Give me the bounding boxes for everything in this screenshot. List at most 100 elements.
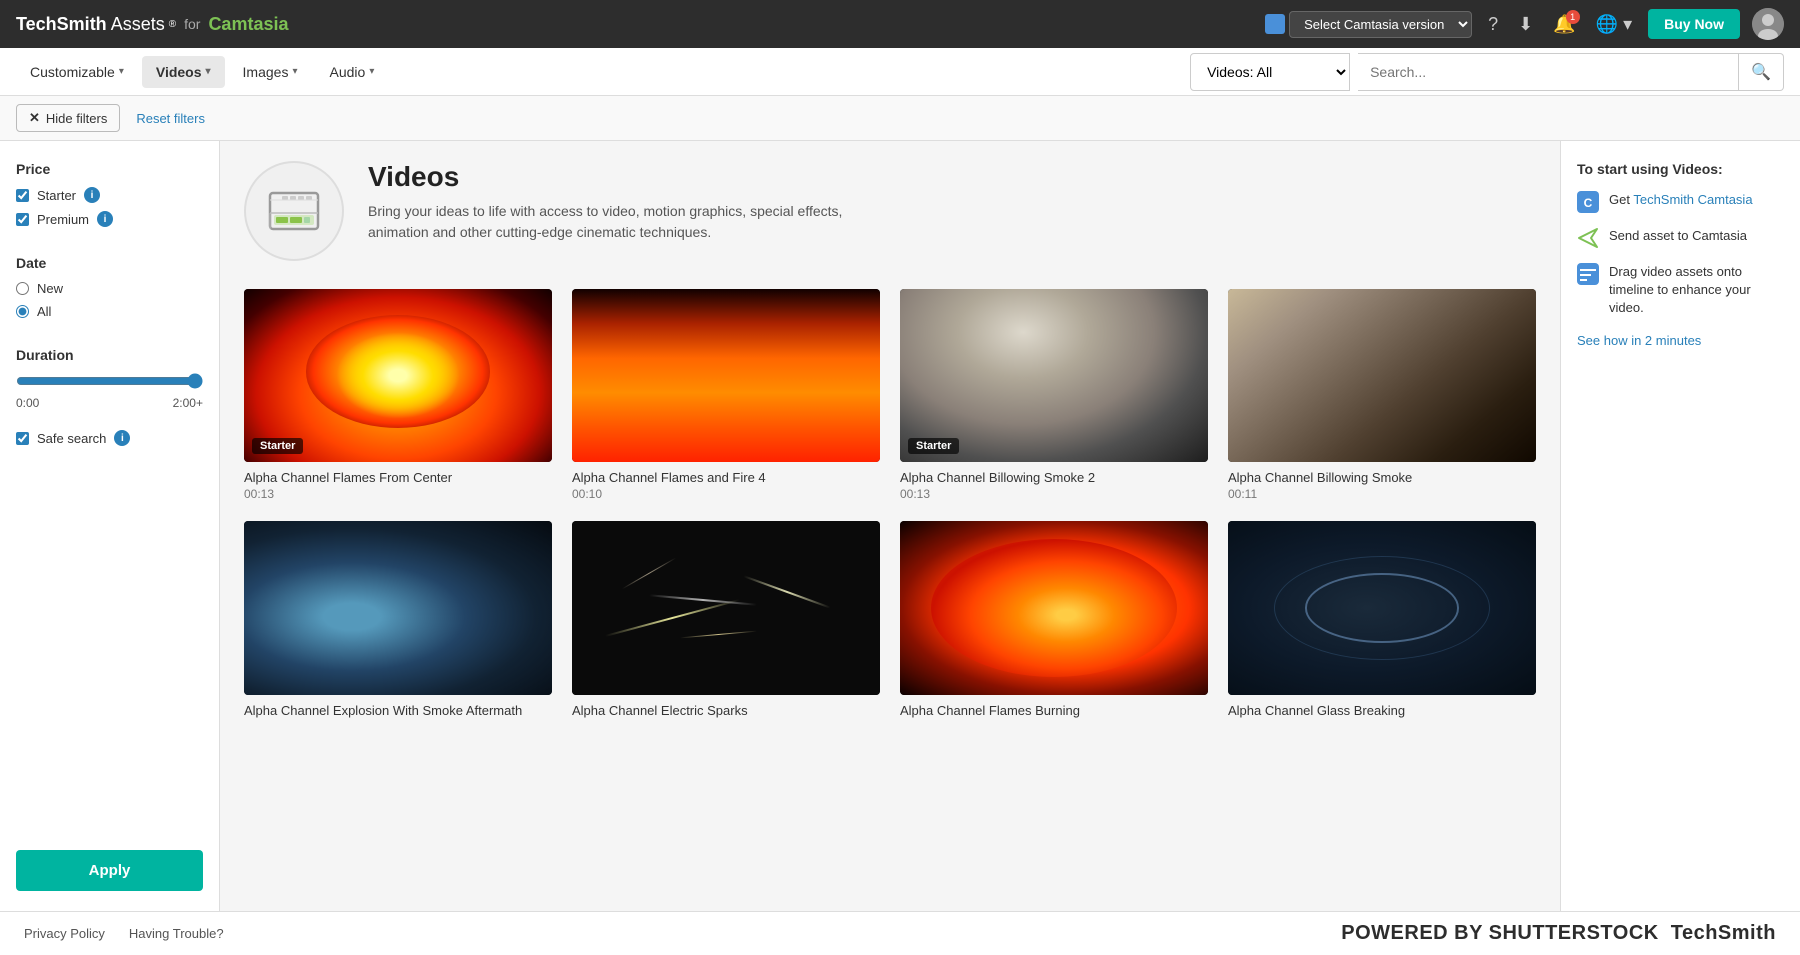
- footer-left: Privacy Policy Having Trouble?: [24, 926, 224, 941]
- video-card[interactable]: Alpha Channel Flames Burning: [900, 521, 1208, 719]
- video-thumbnail: [900, 521, 1208, 694]
- right-sidebar-title: To start using Videos:: [1577, 161, 1784, 177]
- see-how-link[interactable]: See how in 2 minutes: [1577, 333, 1701, 348]
- brand-logo: TechSmith Assets ® for Camtasia: [16, 14, 288, 35]
- footer-right: POWERED BY SHUTTERSTOCK TechSmith: [1341, 922, 1776, 945]
- globe-button[interactable]: 🌐 ▾: [1592, 10, 1636, 39]
- safe-search-section: Safe search i: [16, 430, 203, 454]
- safe-search-checkbox[interactable]: [16, 432, 29, 445]
- filter-bar: ✕ Hide filters Reset filters: [0, 96, 1800, 141]
- video-title: Alpha Channel Flames From Center: [244, 470, 552, 485]
- send-icon: [1577, 227, 1599, 249]
- video-card[interactable]: Starter Alpha Channel Flames From Center…: [244, 289, 552, 501]
- duration-range-wrap: 0:00 2:00+: [16, 373, 203, 410]
- brand-assets: Assets: [111, 14, 165, 35]
- chevron-down-icon: ▾: [119, 66, 124, 77]
- search-input[interactable]: [1358, 54, 1738, 90]
- price-filter-section: Price Starter i Premium i: [16, 161, 203, 235]
- starter-checkbox[interactable]: [16, 189, 29, 202]
- safe-search-info-icon[interactable]: i: [114, 430, 130, 446]
- duration-max-label: 2:00+: [173, 396, 203, 410]
- page-title: Videos: [368, 161, 848, 193]
- starter-info-icon[interactable]: i: [84, 187, 100, 203]
- new-radio[interactable]: [16, 282, 29, 295]
- hero-text: Videos Bring your ideas to life with acc…: [368, 161, 848, 243]
- privacy-policy-link[interactable]: Privacy Policy: [24, 926, 105, 941]
- footer: Privacy Policy Having Trouble? POWERED B…: [0, 911, 1800, 955]
- all-option[interactable]: All: [16, 304, 203, 319]
- video-duration: 00:13: [900, 487, 1208, 501]
- right-sidebar-send-asset: Send asset to Camtasia: [1577, 227, 1784, 249]
- premium-option[interactable]: Premium i: [16, 211, 203, 227]
- version-select[interactable]: Select Camtasia version: [1289, 11, 1472, 38]
- right-sidebar: To start using Videos: C Get TechSmith C…: [1560, 141, 1800, 911]
- duration-range-input[interactable]: [16, 373, 203, 389]
- help-button[interactable]: ?: [1484, 10, 1502, 39]
- buy-now-button[interactable]: Buy Now: [1648, 9, 1740, 39]
- nav-customizable[interactable]: Customizable ▾: [16, 56, 138, 88]
- content-area: Videos Bring your ideas to life with acc…: [220, 141, 1560, 911]
- duration-filter-section: Duration 0:00 2:00+: [16, 347, 203, 410]
- camtasia-app-icon: C: [1577, 191, 1599, 213]
- top-nav-right: Select Camtasia version ? ⬇ 🔔 1 🌐 ▾ Buy …: [1265, 8, 1784, 40]
- starter-option[interactable]: Starter i: [16, 187, 203, 203]
- apply-button[interactable]: Apply: [16, 850, 203, 891]
- new-option[interactable]: New: [16, 281, 203, 296]
- notification-badge: 1: [1566, 10, 1580, 24]
- video-title: Alpha Channel Billowing Smoke 2: [900, 470, 1208, 485]
- video-card[interactable]: Alpha Channel Flames and Fire 4 00:10: [572, 289, 880, 501]
- video-card[interactable]: Alpha Channel Explosion With Smoke After…: [244, 521, 552, 719]
- video-card[interactable]: Starter Alpha Channel Billowing Smoke 2 …: [900, 289, 1208, 501]
- techsmith-camtasia-link[interactable]: TechSmith Camtasia: [1633, 192, 1752, 207]
- nav-audio[interactable]: Audio ▾: [316, 56, 389, 88]
- left-sidebar: Price Starter i Premium i Date New All: [0, 141, 220, 911]
- video-title: Alpha Channel Flames and Fire 4: [572, 470, 880, 485]
- video-title: Alpha Channel Electric Sparks: [572, 703, 880, 718]
- video-thumbnail: [1228, 521, 1536, 694]
- duration-min-label: 0:00: [16, 396, 39, 410]
- search-button[interactable]: 🔍: [1738, 54, 1783, 90]
- video-card[interactable]: Alpha Channel Glass Breaking: [1228, 521, 1536, 719]
- brand-registered: ®: [169, 19, 176, 30]
- video-card[interactable]: Alpha Channel Billowing Smoke 00:11: [1228, 289, 1536, 501]
- secondary-navigation: Customizable ▾ Videos ▾ Images ▾ Audio ▾…: [0, 48, 1800, 96]
- video-duration: 00:11: [1228, 487, 1536, 501]
- video-title: Alpha Channel Billowing Smoke: [1228, 470, 1536, 485]
- hero-icon-circle: [244, 161, 344, 261]
- chevron-down-icon: ▾: [292, 66, 297, 77]
- reset-filters-button[interactable]: Reset filters: [136, 111, 205, 126]
- brand-techsmith: TechSmith: [16, 14, 107, 35]
- chevron-down-icon: ▾: [369, 66, 374, 77]
- nav-videos[interactable]: Videos ▾: [142, 56, 225, 88]
- video-title: Alpha Channel Glass Breaking: [1228, 703, 1536, 718]
- search-input-wrap: 🔍: [1358, 53, 1784, 91]
- price-filter-title: Price: [16, 161, 203, 177]
- video-thumbnail: [1228, 289, 1536, 462]
- hide-filters-button[interactable]: ✕ Hide filters: [16, 104, 120, 132]
- right-sidebar-drag-timeline: Drag video assets onto timeline to enhan…: [1577, 263, 1784, 318]
- video-thumbnail: Starter: [244, 289, 552, 462]
- premium-checkbox[interactable]: [16, 213, 29, 226]
- video-thumbnail: [572, 289, 880, 462]
- video-thumbnail: Starter: [900, 289, 1208, 462]
- video-duration: 00:10: [572, 487, 880, 501]
- having-trouble-link[interactable]: Having Trouble?: [129, 926, 224, 941]
- all-radio[interactable]: [16, 305, 29, 318]
- nav-images[interactable]: Images ▾: [229, 56, 312, 88]
- camtasia-app-icon: [1265, 14, 1285, 34]
- x-icon: ✕: [29, 110, 40, 126]
- right-sidebar-get-camtasia: C Get TechSmith Camtasia: [1577, 191, 1784, 213]
- premium-info-icon[interactable]: i: [97, 211, 113, 227]
- video-icon: [266, 183, 322, 239]
- safe-search-option[interactable]: Safe search i: [16, 430, 203, 446]
- video-card[interactable]: Alpha Channel Electric Sparks: [572, 521, 880, 719]
- download-button[interactable]: ⬇: [1514, 10, 1537, 39]
- video-grid: Starter Alpha Channel Flames From Center…: [244, 289, 1536, 720]
- brand-camtasia: Camtasia: [208, 14, 288, 35]
- category-select[interactable]: Videos: All: [1190, 53, 1350, 91]
- avatar[interactable]: [1752, 8, 1784, 40]
- hero-section: Videos Bring your ideas to life with acc…: [244, 161, 1536, 261]
- notification-button[interactable]: 🔔 1: [1549, 10, 1579, 39]
- timeline-icon: [1577, 263, 1599, 285]
- main-layout: Price Starter i Premium i Date New All: [0, 141, 1800, 911]
